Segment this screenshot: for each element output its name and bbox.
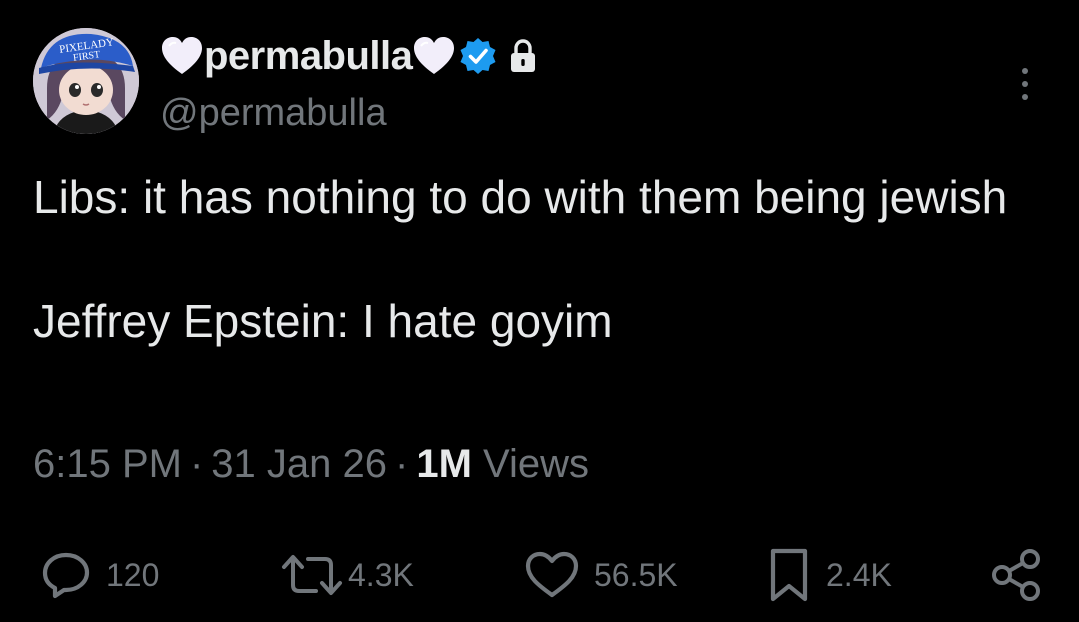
more-options-icon[interactable] [1010, 64, 1040, 104]
reply-icon [38, 547, 94, 603]
heart-emoji-icon [160, 36, 204, 76]
action-bar: 120 4.3K 56.5K 2.4K [0, 540, 1079, 610]
user-handle[interactable]: @permabulla [160, 92, 387, 135]
views-label: Views [483, 442, 590, 486]
repost-icon [280, 547, 344, 603]
share-icon [988, 546, 1046, 604]
lock-icon [508, 38, 538, 74]
user-name-row[interactable]: permabulla [160, 28, 538, 84]
tweet: PIXELADY FIRST permabulla @permabulla Li… [0, 0, 1079, 622]
repost-button[interactable]: 4.3K [280, 540, 414, 610]
bookmark-count: 2.4K [826, 556, 892, 593]
tweet-text-line: Libs: it has nothing to do with them bei… [33, 171, 1008, 223]
heart-emoji-icon [412, 36, 456, 76]
share-button[interactable] [988, 540, 1046, 610]
reply-button[interactable]: 120 [38, 540, 159, 610]
separator-dot: · [189, 442, 204, 486]
avatar[interactable]: PIXELADY FIRST [33, 28, 139, 134]
tweet-date[interactable]: 31 Jan 26 [211, 442, 387, 486]
reply-count: 120 [106, 556, 160, 593]
bookmark-button[interactable]: 2.4K [764, 540, 892, 610]
tweet-text-line: Jeffrey Epstein: I hate goyim [33, 295, 613, 347]
tweet-meta: 6:15 PM · 31 Jan 26 · 1M Views [33, 442, 589, 487]
avatar-image: PIXELADY FIRST [33, 28, 139, 134]
like-button[interactable]: 56.5K [522, 540, 678, 610]
verified-badge-icon[interactable] [458, 36, 498, 76]
repost-count: 4.3K [348, 556, 414, 593]
tweet-text: Libs: it has nothing to do with them bei… [33, 166, 1043, 352]
tweet-time[interactable]: 6:15 PM [33, 442, 182, 486]
like-icon [522, 547, 582, 603]
bookmark-icon [764, 545, 814, 605]
like-count: 56.5K [594, 556, 678, 593]
display-name[interactable]: permabulla [204, 34, 413, 79]
views-count: 1M [416, 442, 472, 486]
separator-dot: · [395, 442, 409, 486]
